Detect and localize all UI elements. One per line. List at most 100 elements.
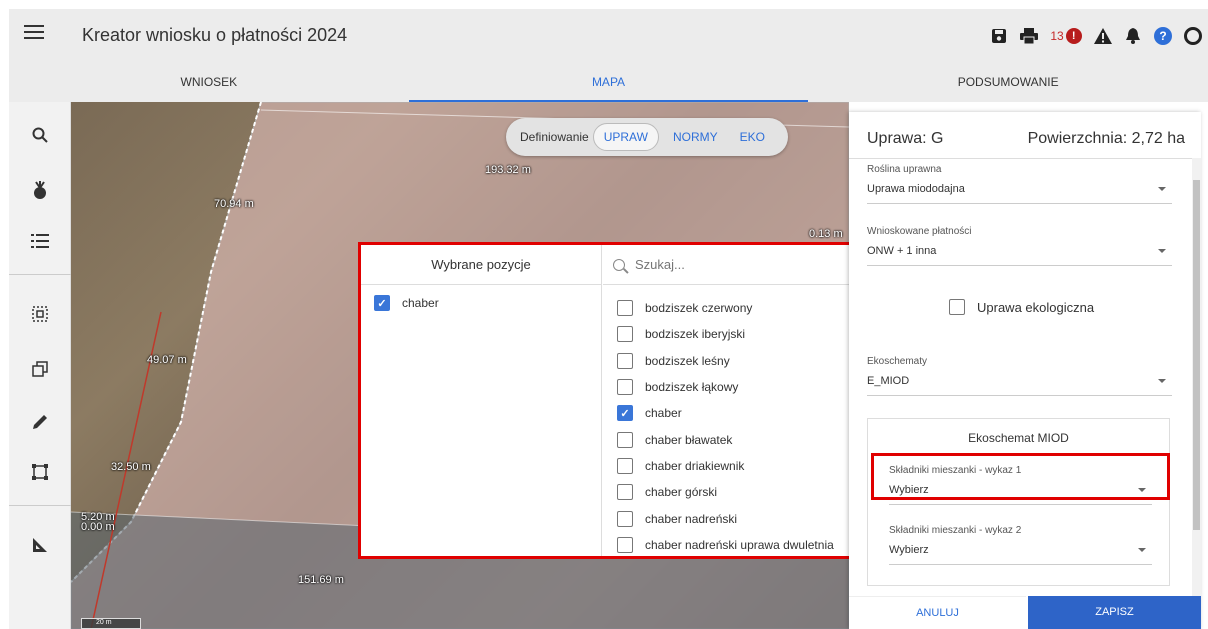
crop-label: Roślina uprawna <box>867 164 942 175</box>
pencil-icon[interactable] <box>23 407 57 437</box>
print-icon[interactable] <box>1014 22 1044 50</box>
map-scale: 20 m <box>81 618 141 629</box>
option-label: chaber bławatek <box>645 432 733 447</box>
checkbox-icon[interactable] <box>617 510 633 527</box>
option-item[interactable]: chaber nadreński uprawa dwuletnia <box>617 532 834 558</box>
toggle-option-eko[interactable]: EKO <box>740 130 765 144</box>
measure-icon[interactable] <box>23 530 57 560</box>
copy-icon[interactable] <box>23 354 57 384</box>
mix-list-2-label: Składniki mieszanki - wykaz 2 <box>889 525 1022 536</box>
option-label: chaber górski <box>645 485 718 500</box>
select-area-icon[interactable] <box>23 299 57 329</box>
checkbox-icon[interactable] <box>617 300 633 317</box>
plant-icon[interactable] <box>23 175 57 205</box>
rail-divider <box>9 274 71 275</box>
ecoscheme-miod-title: Ekoschemat MIOD <box>968 431 1069 445</box>
top-bar: Kreator wniosku o płatności 2024 13 ! ? <box>9 9 1208 62</box>
toggle-option-normy[interactable]: NORMY <box>673 130 718 144</box>
main-tabs: WNIOSEK MAPA PODSUMOWANIE <box>9 62 1208 102</box>
organic-crop-label: Uprawa ekologiczna <box>977 299 1095 315</box>
measure-label: 151.69 m <box>298 574 344 586</box>
panel-divider <box>849 158 1201 159</box>
rail-divider <box>9 505 71 506</box>
bounding-box-icon[interactable] <box>23 457 57 487</box>
measure-label: 32.50 m <box>111 461 151 473</box>
search-icon[interactable] <box>23 120 57 150</box>
save-button[interactable]: ZAPISZ <box>1028 596 1201 629</box>
option-item[interactable]: ✓ chaber <box>617 400 834 426</box>
selected-item-label: chaber <box>402 296 439 310</box>
checkbox-icon[interactable] <box>617 352 633 369</box>
list-icon[interactable] <box>23 226 57 256</box>
app-title: Kreator wniosku o płatności 2024 <box>82 25 348 45</box>
checkbox-checked-icon[interactable]: ✓ <box>374 295 390 311</box>
checkbox-icon[interactable] <box>617 484 633 501</box>
checkbox-icon[interactable] <box>949 299 965 315</box>
toggle-option-upraw[interactable]: UPRAW <box>592 123 659 151</box>
checkbox-icon[interactable] <box>617 431 633 448</box>
tab-podsumowanie[interactable]: PODSUMOWANIE <box>808 62 1208 102</box>
toggle-label: Definiowanie <box>520 130 589 144</box>
crop-details-panel: Uprawa: G Powierzchnia: 2,72 ha Roślina … <box>849 112 1201 629</box>
checkbox-icon[interactable] <box>617 379 633 396</box>
option-label: bodziszek łąkowy <box>645 380 739 395</box>
crop-select[interactable]: Roślina uprawna Uprawa miododajna <box>867 164 1172 204</box>
option-label: chaber <box>645 406 682 421</box>
option-label: bodziszek leśny <box>645 353 730 368</box>
tab-mapa[interactable]: MAPA <box>408 62 809 102</box>
error-icon: ! <box>1065 28 1082 44</box>
scrollbar-thumb[interactable] <box>1193 180 1200 530</box>
save-icon[interactable] <box>984 22 1014 50</box>
organic-crop-checkbox[interactable]: Uprawa ekologiczna <box>949 299 1094 315</box>
option-item[interactable]: bodziszek czerwony <box>617 295 834 321</box>
option-item[interactable]: bodziszek leśny <box>617 348 834 374</box>
checkbox-icon[interactable] <box>617 326 633 343</box>
user-icon[interactable] <box>1178 22 1208 50</box>
error-count: 13 <box>1050 29 1064 43</box>
ecoschemes-label: Ekoschematy <box>867 356 928 367</box>
option-label: chaber nadreński uprawa dwuletnia <box>645 537 834 552</box>
mix-list-2-value: Wybierz <box>889 544 929 556</box>
selected-items-column: Wybrane pozycje ✓ chaber <box>361 245 602 556</box>
panel-scrollbar[interactable] <box>1192 158 1201 598</box>
tab-wniosek[interactable]: WNIOSEK <box>9 62 409 102</box>
checkbox-icon[interactable] <box>617 536 633 553</box>
definition-mode-toggle: Definiowanie UPRAW NORMY EKO <box>506 118 788 156</box>
option-item[interactable]: chaber nadreński <box>617 505 834 531</box>
top-toolbar: 13 ! ? <box>984 22 1208 50</box>
option-item[interactable]: chaber bławatek <box>617 426 834 452</box>
checkbox-icon[interactable] <box>617 457 633 474</box>
ecoschemes-value: E_MIOD <box>867 375 910 387</box>
search-input[interactable] <box>635 257 835 272</box>
measure-label: 193.32 m <box>485 164 531 176</box>
selected-item[interactable]: ✓ chaber <box>374 295 439 311</box>
option-item[interactable]: bodziszek iberyjski <box>617 321 834 347</box>
highlight-frame <box>871 453 1170 500</box>
chevron-down-icon <box>1158 249 1166 253</box>
map-tools-rail <box>9 102 71 629</box>
options-column: bodziszek czerwony bodziszek iberyjski bod… <box>603 245 858 556</box>
warning-icon[interactable] <box>1088 22 1118 50</box>
chevron-down-icon <box>1138 548 1146 552</box>
ecoscheme-miod-section: Ekoschemat MIOD Składniki mieszanki - wy… <box>867 418 1170 586</box>
option-item[interactable]: bodziszek łąkowy <box>617 374 834 400</box>
menu-icon[interactable] <box>24 25 44 45</box>
ecoschemes-select[interactable]: Ekoschematy E_MIOD <box>867 356 1172 396</box>
selected-items-header: Wybrane pozycje <box>361 245 601 285</box>
mix-list-2-select[interactable]: Składniki mieszanki - wykaz 2 Wybierz <box>889 525 1152 565</box>
bell-icon[interactable] <box>1118 22 1148 50</box>
measure-label: 0.13 m <box>809 228 843 240</box>
cancel-button[interactable]: ANULUJ <box>849 596 1026 629</box>
help-icon[interactable]: ? <box>1148 22 1178 50</box>
payments-value: ONW + 1 inna <box>867 245 937 257</box>
chevron-down-icon <box>1158 379 1166 383</box>
measure-label: 70.94 m <box>214 198 254 210</box>
checkbox-checked-icon[interactable]: ✓ <box>617 405 633 422</box>
errors-indicator[interactable]: 13 ! <box>1044 22 1088 50</box>
option-item[interactable]: chaber górski <box>617 479 834 505</box>
payments-select[interactable]: Wnioskowane płatności ONW + 1 inna <box>867 226 1172 266</box>
option-label: chaber nadreński <box>645 511 738 526</box>
option-item[interactable]: chaber driakiewnik <box>617 453 834 479</box>
options-list: bodziszek czerwony bodziszek iberyjski bod… <box>617 295 834 558</box>
search-icon <box>613 258 625 271</box>
